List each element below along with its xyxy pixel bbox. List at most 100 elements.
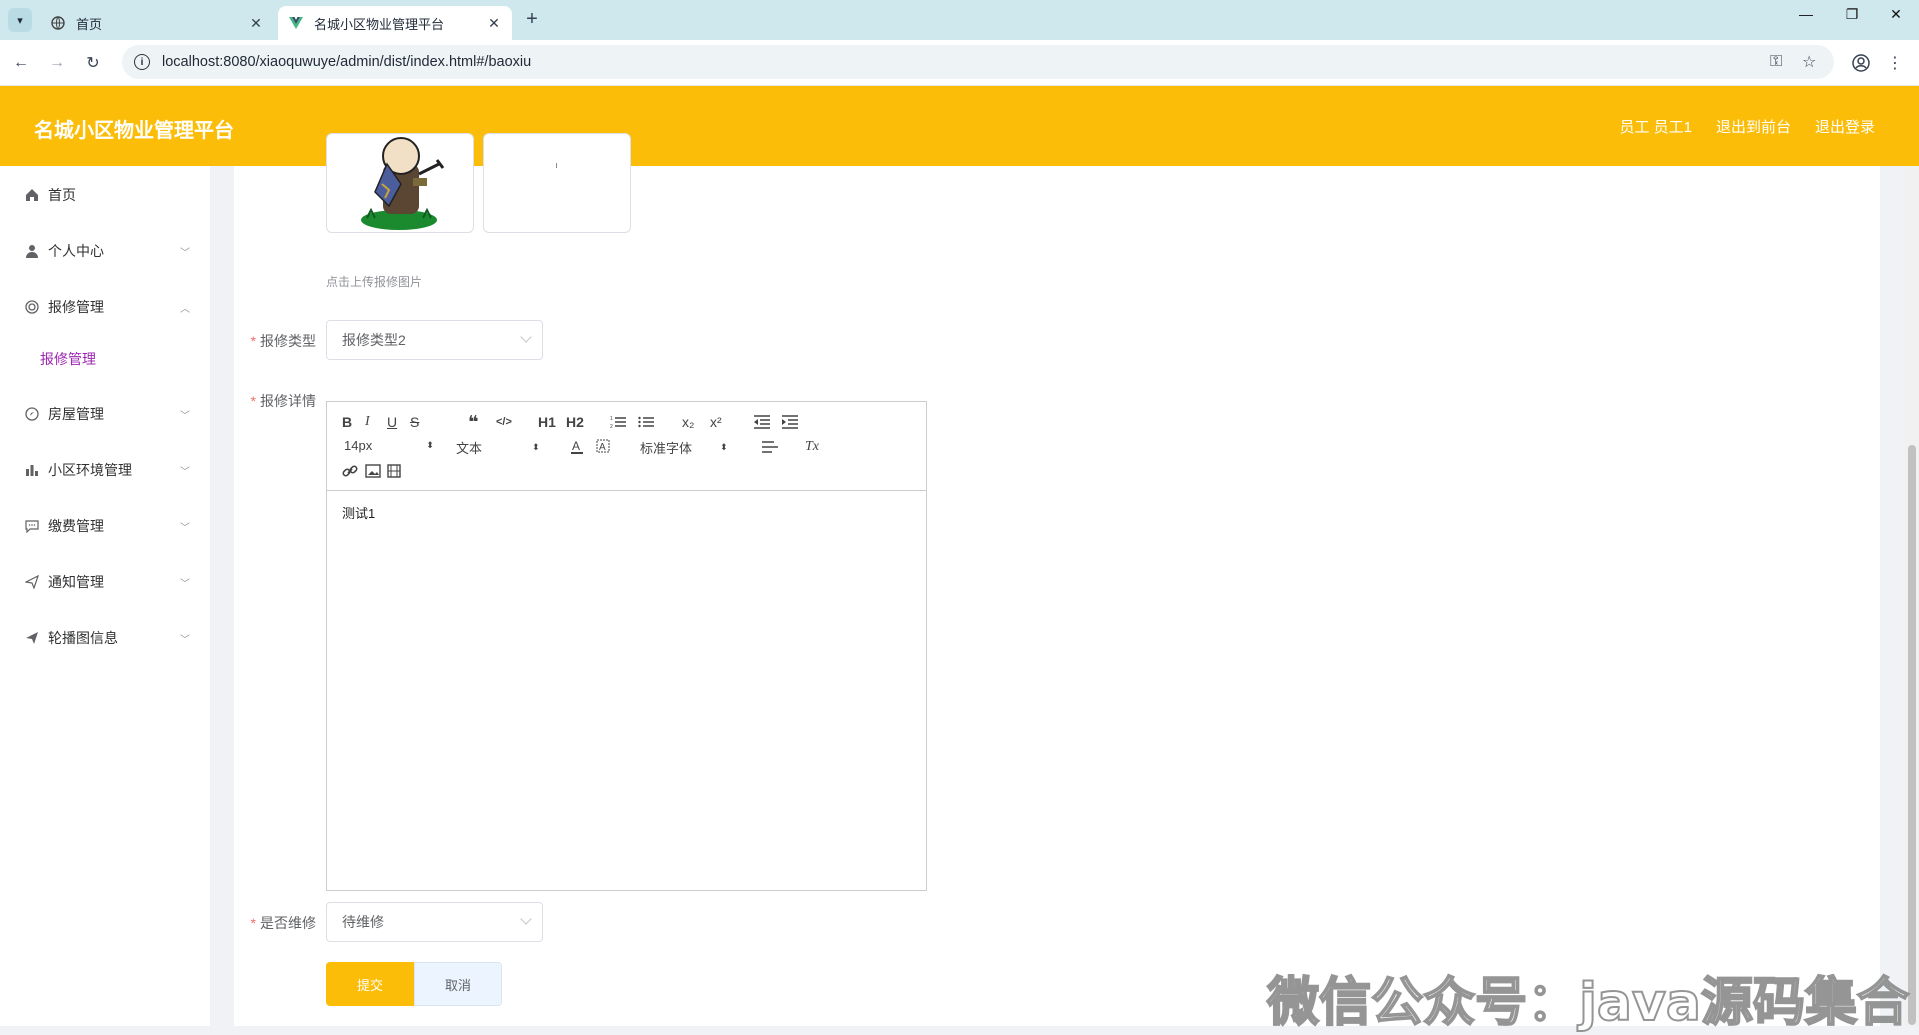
minimize-icon[interactable]: — bbox=[1783, 6, 1829, 22]
compass-icon bbox=[24, 406, 40, 422]
is-repaired-label-text: 是否维修 bbox=[260, 915, 316, 931]
chevron-down-icon: ﹀ bbox=[180, 634, 190, 646]
repair-icon bbox=[24, 299, 40, 315]
is-repaired-label: * 是否维修 bbox=[236, 913, 316, 933]
submit-button[interactable]: 提交 bbox=[326, 962, 414, 1006]
font-family-value: 标准字体 bbox=[640, 441, 693, 456]
close-tab-icon[interactable]: ✕ bbox=[486, 15, 502, 32]
sidebar-item-house[interactable]: 房屋管理 ﹀ bbox=[0, 394, 210, 434]
vue-logo-icon bbox=[288, 15, 304, 31]
back-to-frontend-link[interactable]: 退出到前台 bbox=[1716, 116, 1791, 137]
password-key-icon[interactable]: ⚿ bbox=[1770, 45, 1782, 79]
upload-placeholder[interactable] bbox=[483, 133, 631, 233]
sidebar-item-payment[interactable]: 缴费管理 ﹀ bbox=[0, 506, 210, 546]
scrollbar-thumb[interactable] bbox=[1908, 445, 1916, 1025]
required-mark: * bbox=[250, 333, 256, 349]
back-icon[interactable]: ← bbox=[8, 50, 34, 76]
underline-button[interactable]: U bbox=[387, 413, 397, 431]
link-icon[interactable] bbox=[342, 462, 358, 480]
rich-text-editor[interactable]: B I U S ❝ </> H1 H2 12 x₂ x² 14px ⬍ 文本 ⬍ A bbox=[326, 401, 927, 891]
text-color-icon[interactable]: A bbox=[570, 438, 584, 456]
background-color-icon[interactable]: A bbox=[596, 438, 610, 456]
font-family-picker[interactable]: 标准字体 ⬍ bbox=[640, 438, 728, 457]
svg-text:A: A bbox=[599, 442, 606, 453]
bullet-list-icon[interactable] bbox=[638, 413, 654, 431]
sidebar-item-label: 轮播图信息 bbox=[48, 630, 118, 646]
logout-link[interactable]: 退出登录 bbox=[1815, 116, 1875, 137]
uploaded-image-thumbnail[interactable] bbox=[326, 133, 474, 233]
subscript-button[interactable]: x₂ bbox=[682, 413, 694, 431]
code-block-button[interactable]: </> bbox=[496, 413, 512, 431]
submenu-item-label: 报修管理 bbox=[40, 351, 96, 367]
sidebar-item-profile[interactable]: 个人中心 ﹀ bbox=[0, 231, 210, 271]
align-left-icon[interactable] bbox=[762, 438, 778, 456]
sidebar-item-home[interactable]: 首页 bbox=[0, 175, 210, 215]
italic-button[interactable]: I bbox=[365, 413, 370, 431]
chevron-down-icon: ﹀ bbox=[180, 578, 190, 590]
repair-detail-label-text: 报修详情 bbox=[260, 393, 316, 409]
tab-title: 首页 bbox=[76, 16, 103, 32]
chevron-down-icon: ﹀ bbox=[180, 247, 190, 259]
editor-content[interactable]: 测试1 bbox=[342, 503, 375, 522]
profile-icon[interactable] bbox=[1848, 50, 1874, 76]
strike-button[interactable]: S bbox=[410, 413, 419, 431]
tab-list-button[interactable]: ▾ bbox=[8, 8, 32, 32]
sidebar-item-label: 首页 bbox=[48, 187, 76, 203]
submenu-item-repair-manage[interactable]: 报修管理 bbox=[0, 339, 210, 379]
new-tab-icon[interactable]: + bbox=[520, 8, 544, 31]
chat-icon bbox=[24, 518, 40, 534]
video-icon[interactable] bbox=[387, 462, 401, 480]
browser-menu-icon[interactable]: ⋮ bbox=[1882, 50, 1908, 76]
repair-detail-label: * 报修详情 bbox=[236, 391, 316, 411]
address-bar[interactable]: i localhost:8080/xiaoquwuye/admin/dist/i… bbox=[122, 45, 1834, 79]
restore-icon[interactable]: ❐ bbox=[1829, 6, 1875, 23]
updown-icon: ⬍ bbox=[720, 442, 728, 452]
outdent-icon[interactable] bbox=[754, 413, 770, 431]
header-picker[interactable]: 文本 ⬍ bbox=[456, 438, 540, 457]
updown-icon: ⬍ bbox=[426, 440, 434, 450]
browser-tab-home[interactable]: 首页 ✕ bbox=[40, 6, 274, 40]
forward-icon[interactable]: → bbox=[44, 50, 70, 76]
sidebar-item-repair[interactable]: 报修管理 ︿ bbox=[0, 287, 210, 327]
close-tab-icon[interactable]: ✕ bbox=[248, 15, 264, 32]
chevron-down-icon bbox=[520, 913, 532, 925]
close-window-icon[interactable]: ✕ bbox=[1873, 6, 1919, 23]
svg-text:1: 1 bbox=[610, 416, 613, 422]
reload-icon[interactable]: ↻ bbox=[80, 50, 106, 76]
indent-icon[interactable] bbox=[782, 413, 798, 431]
image-icon[interactable] bbox=[365, 462, 381, 480]
ordered-list-icon[interactable]: 12 bbox=[610, 413, 626, 431]
h1-button[interactable]: H1 bbox=[538, 413, 556, 431]
sidebar-item-label: 缴费管理 bbox=[48, 518, 104, 534]
header-picker-value: 文本 bbox=[456, 441, 483, 456]
h2-button[interactable]: H2 bbox=[566, 413, 584, 431]
repair-type-label: * 报修类型 bbox=[236, 331, 316, 351]
bookmark-star-icon[interactable]: ☆ bbox=[1802, 45, 1816, 79]
repair-type-select[interactable]: 报修类型2 bbox=[326, 320, 543, 360]
browser-toolbar: ← → ↻ i localhost:8080/xiaoquwuye/admin/… bbox=[0, 40, 1919, 86]
cancel-button[interactable]: 取消 bbox=[414, 962, 502, 1006]
bold-button[interactable]: B bbox=[342, 413, 352, 431]
svg-text:A: A bbox=[572, 439, 580, 453]
sidebar-item-label: 房屋管理 bbox=[48, 406, 104, 422]
is-repaired-select[interactable]: 待维修 bbox=[326, 902, 543, 942]
site-info-icon[interactable]: i bbox=[134, 54, 150, 70]
font-size-picker[interactable]: 14px ⬍ bbox=[344, 438, 434, 453]
sidebar-item-label: 报修管理 bbox=[48, 299, 104, 315]
browser-tab-active[interactable]: 名城小区物业管理平台 ✕ bbox=[278, 6, 512, 40]
upload-hint: 点击上传报修图片 bbox=[326, 275, 423, 289]
required-mark: * bbox=[250, 915, 256, 931]
clear-format-button[interactable]: Tx bbox=[805, 438, 819, 456]
sidebar-item-label: 个人中心 bbox=[48, 243, 104, 259]
blockquote-button[interactable]: ❝ bbox=[468, 412, 479, 432]
sidebar-item-environment[interactable]: 小区环境管理 ﹀ bbox=[0, 450, 210, 490]
header-links: 员工 员工1 退出到前台 退出登录 bbox=[1619, 116, 1875, 137]
superscript-button[interactable]: x² bbox=[710, 413, 722, 431]
sidebar-item-notice[interactable]: 通知管理 ﹀ bbox=[0, 562, 210, 602]
svg-text:2: 2 bbox=[610, 424, 613, 429]
chevron-down-icon: ﹀ bbox=[180, 410, 190, 422]
required-mark: * bbox=[250, 393, 256, 409]
chevron-down-icon: ﹀ bbox=[180, 522, 190, 534]
sidebar-item-carousel[interactable]: 轮播图信息 ﹀ bbox=[0, 618, 210, 658]
watermark: 微信公众号：java源码集合 bbox=[1266, 972, 1910, 1034]
